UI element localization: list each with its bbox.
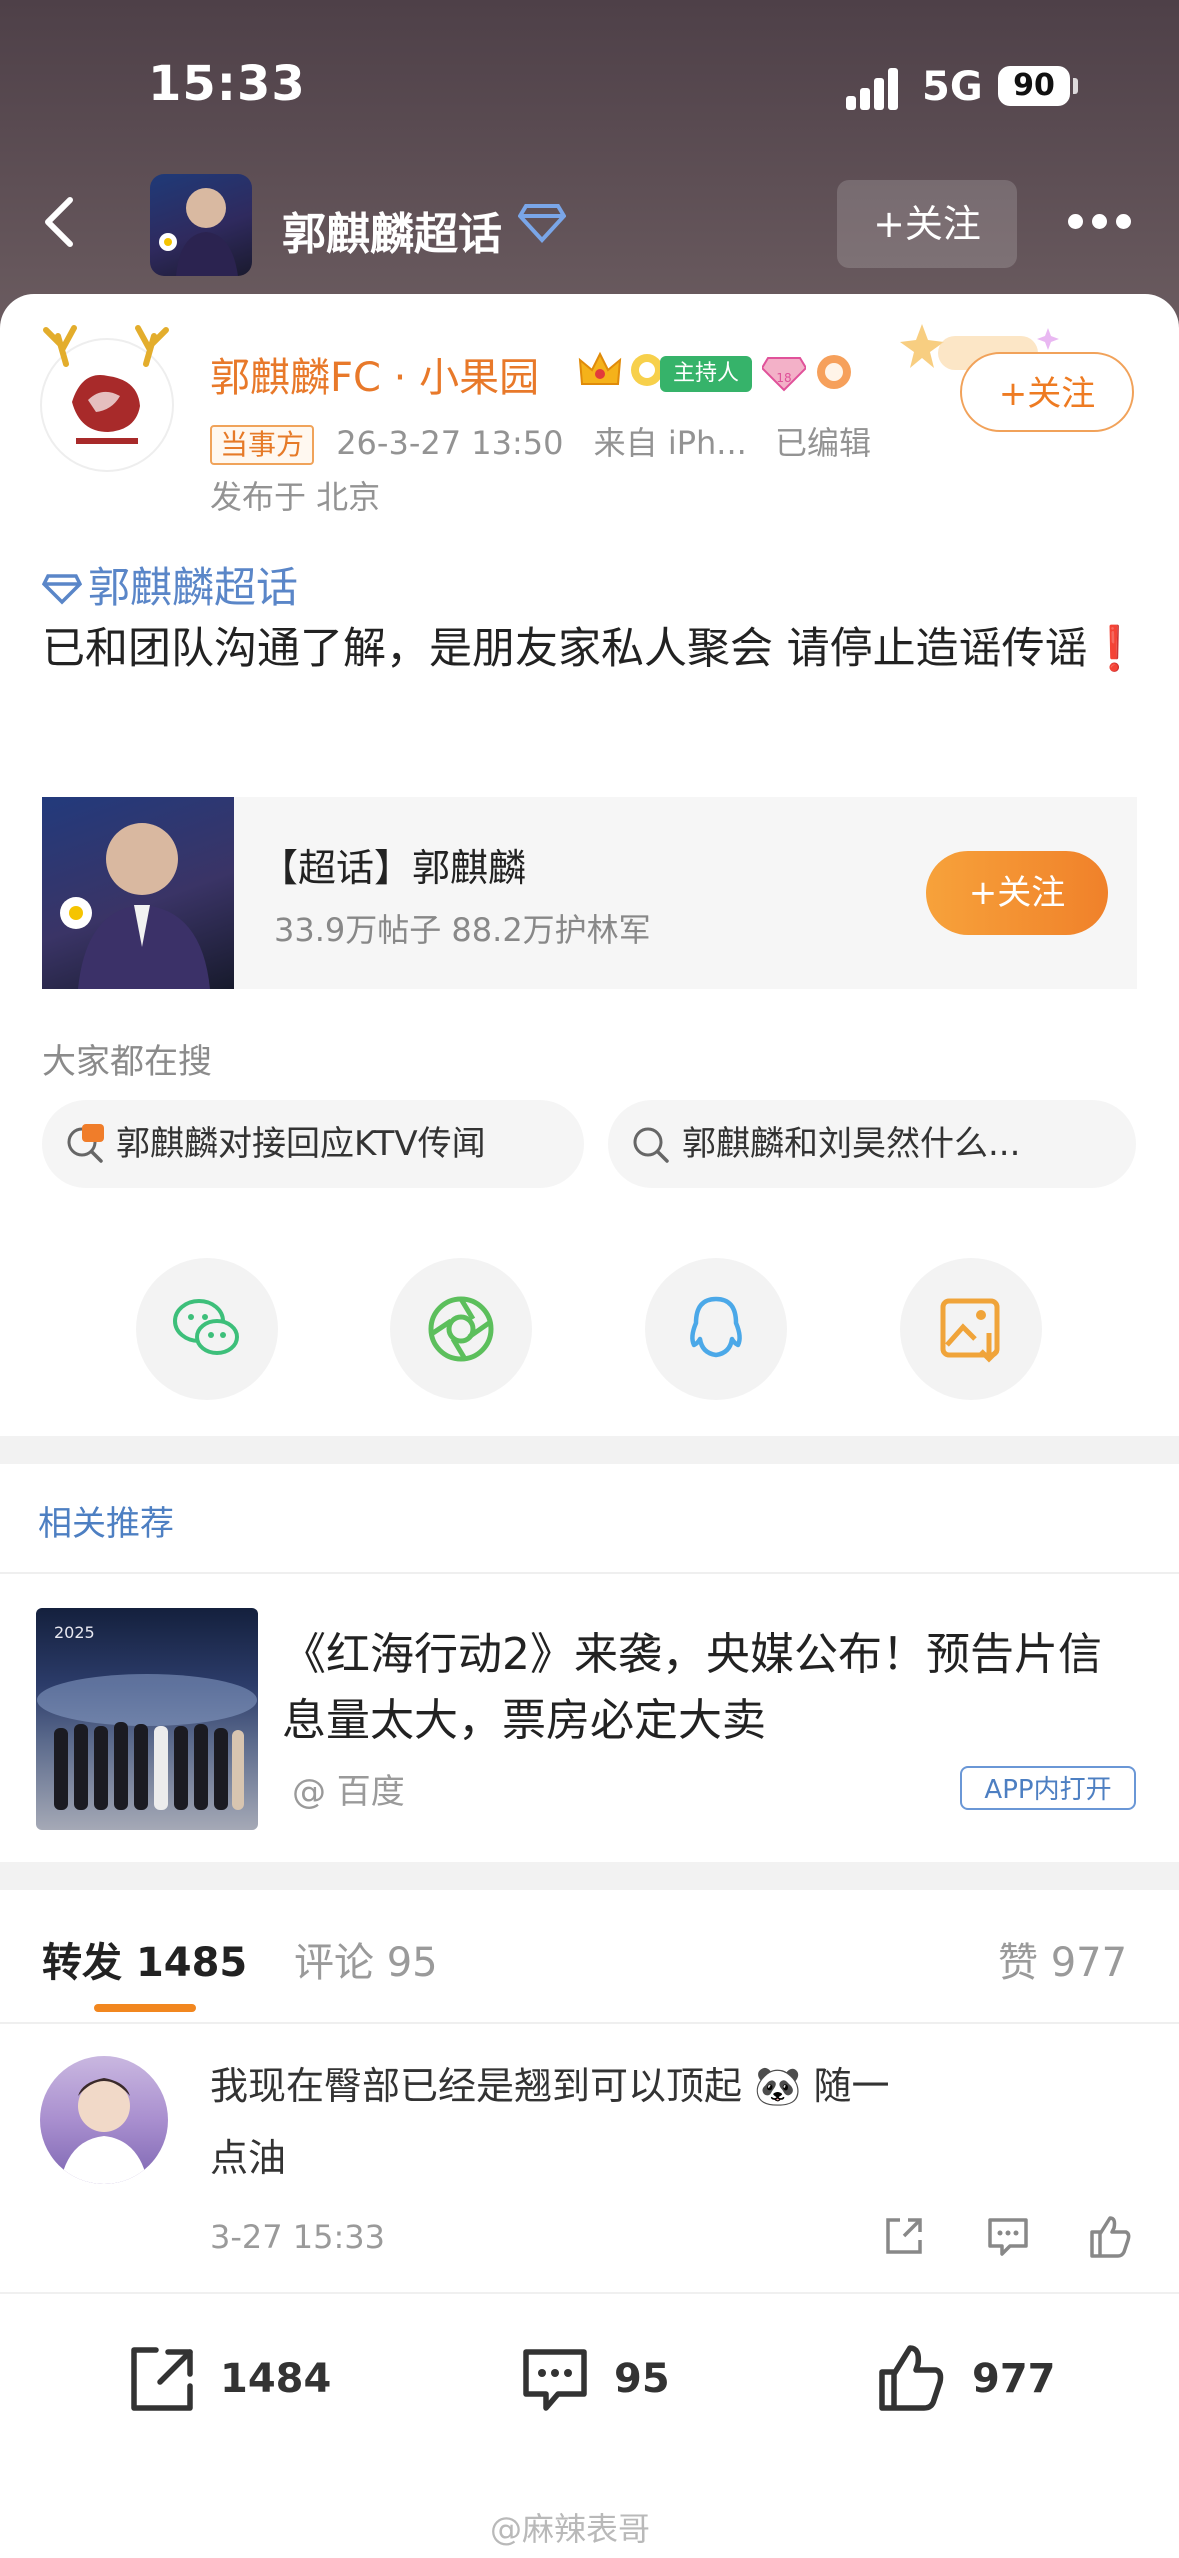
bottom-action-bar: 1484 95 977 @麻辣表哥 bbox=[0, 2292, 1179, 2558]
bottom-repost-count: 1484 bbox=[220, 2356, 332, 2402]
recommend-label: 相关推荐 bbox=[38, 1504, 174, 1544]
search-icon bbox=[633, 1127, 669, 1163]
comment-icon bbox=[523, 2349, 587, 2411]
post-location: 发布于 北京 bbox=[210, 478, 381, 516]
supertopic-stats: 33.9万帖子 88.2万护林军 bbox=[274, 911, 651, 949]
tab-repost-count: 1485 bbox=[135, 1940, 248, 1986]
post-time: 26-3-27 13:50 bbox=[336, 424, 564, 462]
fan-badge-icon bbox=[817, 355, 851, 389]
supertopic-title: 【超话】郭麒麟 bbox=[260, 846, 527, 890]
tab-like-count: 977 bbox=[1050, 1940, 1128, 1986]
wechat-icon bbox=[173, 1299, 239, 1355]
author-name[interactable]: 郭麒麟FC · 小果园 bbox=[210, 345, 539, 403]
qq-icon bbox=[690, 1296, 742, 1358]
signal-icon bbox=[846, 66, 906, 110]
tab-comments[interactable]: 评论 95 bbox=[294, 1930, 438, 1988]
save-image-button[interactable] bbox=[900, 1258, 1042, 1400]
tab-like-label: 赞 bbox=[998, 1940, 1038, 1986]
back-button[interactable] bbox=[32, 192, 92, 252]
tab-comment-count: 95 bbox=[386, 1940, 438, 1986]
network-type: 5G bbox=[922, 64, 983, 110]
trending-chip-text: 郭麒麟对接回应KTV传闻 bbox=[116, 1124, 486, 1164]
repost-time: 3-27 15:33 bbox=[210, 2218, 386, 2256]
bottom-repost-button[interactable]: 1484 bbox=[124, 2334, 344, 2424]
author-follow-button[interactable]: +关注 bbox=[960, 352, 1134, 432]
repost-like-button[interactable] bbox=[1084, 2210, 1136, 2262]
bottom-comment-count: 95 bbox=[614, 2356, 670, 2402]
divider bbox=[0, 2022, 1179, 2024]
exclamation-icon: ❗ bbox=[1087, 624, 1142, 674]
trending-chip-1[interactable]: 郭麒麟对接回应KTV传闻 bbox=[42, 1100, 584, 1188]
supertopic-thumbnail bbox=[42, 797, 234, 989]
supertopic-avatar[interactable] bbox=[150, 174, 252, 276]
thumbs-up-icon bbox=[879, 2345, 944, 2411]
nav-bar: 郭麒麟超话 +关注 bbox=[0, 170, 1179, 280]
battery-tip bbox=[1073, 78, 1078, 94]
tab-repost-label: 转发 bbox=[42, 1940, 122, 1986]
bottom-like-count: 977 bbox=[972, 2356, 1056, 2402]
diamond-icon bbox=[518, 204, 566, 243]
post-edited[interactable]: 已编辑 bbox=[775, 424, 871, 462]
tab-repost[interactable]: 转发 1485 bbox=[42, 1930, 247, 1988]
tab-likes[interactable]: 赞 977 bbox=[998, 1930, 1127, 1988]
topic-link-text: 郭麒麟超话 bbox=[88, 563, 299, 612]
moments-icon bbox=[428, 1296, 494, 1362]
status-time: 15:33 bbox=[148, 56, 306, 112]
host-badge: 主持人 bbox=[660, 356, 752, 392]
tab-comment-label: 评论 bbox=[294, 1940, 374, 1986]
nav-follow-button[interactable]: +关注 bbox=[837, 180, 1017, 268]
topic-link[interactable]: 郭麒麟超话 bbox=[41, 554, 299, 615]
chevron-left-icon bbox=[45, 197, 73, 247]
recommend-title[interactable]: 《红海行动2》来袭，央媒公布！预告片信息量太大，票房必定大卖 bbox=[282, 1622, 1142, 1754]
level-diamond-icon: 18 bbox=[762, 357, 806, 392]
watermark: @麻辣表哥 bbox=[490, 2510, 651, 2548]
share-wechat-button[interactable] bbox=[136, 1258, 278, 1400]
hot-search-icon bbox=[67, 1124, 104, 1163]
supertopic-follow-button[interactable]: +关注 bbox=[926, 851, 1108, 935]
recommend-thumbnail[interactable]: 2025 bbox=[36, 1608, 258, 1830]
comment-icon bbox=[988, 2218, 1028, 2256]
diamond-icon bbox=[41, 574, 83, 605]
repost-icon bbox=[131, 2347, 193, 2411]
save-image-icon bbox=[940, 1298, 1000, 1363]
post-source: 来自 iPh... bbox=[593, 424, 747, 462]
crown-icon bbox=[578, 351, 622, 385]
post-text: 已和团队沟通了解，是朋友家私人聚会 请停止造谣传谣 bbox=[42, 624, 1088, 674]
share-qq-button[interactable] bbox=[645, 1258, 787, 1400]
repost-text: 我现在臀部已经是翘到可以顶起 🐼 随一点油 bbox=[210, 2064, 890, 2180]
party-tag: 当事方 bbox=[210, 425, 315, 465]
divider bbox=[0, 1572, 1179, 1574]
trending-chip-2[interactable]: 郭麒麟和刘昊然什么... bbox=[608, 1100, 1136, 1188]
section-divider bbox=[0, 1862, 1179, 1890]
svg-text:2025: 2025 bbox=[54, 1623, 95, 1642]
share-moments-button[interactable] bbox=[390, 1258, 532, 1400]
bottom-comment-button[interactable]: 95 bbox=[516, 2334, 696, 2424]
commenter-avatar[interactable] bbox=[40, 2056, 168, 2184]
post-meta: 当事方 26-3-27 13:50 来自 iPh... 已编辑 bbox=[210, 418, 871, 465]
share-icon bbox=[886, 2218, 922, 2254]
repost-comment-button[interactable] bbox=[982, 2210, 1034, 2262]
recommend-source: @ 百度 bbox=[292, 1772, 405, 1812]
thumbs-up-icon bbox=[1090, 2216, 1131, 2258]
status-bar: 15:33 5G 90 bbox=[0, 0, 1179, 170]
active-tab-indicator bbox=[94, 2004, 196, 2012]
post-body: 已和团队沟通了解，是朋友家私人聚会 请停止造谣传谣❗ bbox=[42, 614, 1142, 684]
repost-share-button[interactable] bbox=[878, 2210, 930, 2262]
battery-icon: 90 bbox=[998, 66, 1070, 106]
section-divider bbox=[0, 1436, 1179, 1464]
antler-decoration-icon bbox=[43, 325, 169, 367]
trending-chip-text: 郭麒麟和刘昊然什么... bbox=[682, 1124, 1021, 1164]
svg-text:18: 18 bbox=[776, 371, 791, 385]
nav-title: 郭麒麟超话 bbox=[282, 209, 502, 260]
open-in-app-button[interactable]: APP内打开 bbox=[960, 1766, 1136, 1810]
bottom-like-button[interactable]: 977 bbox=[872, 2334, 1072, 2424]
supertopic-card[interactable]: 【超话】郭麒麟 33.9万帖子 88.2万护林军 +关注 bbox=[42, 797, 1137, 989]
more-icon[interactable] bbox=[1068, 206, 1138, 236]
trending-label: 大家都在搜 bbox=[42, 1042, 212, 1082]
